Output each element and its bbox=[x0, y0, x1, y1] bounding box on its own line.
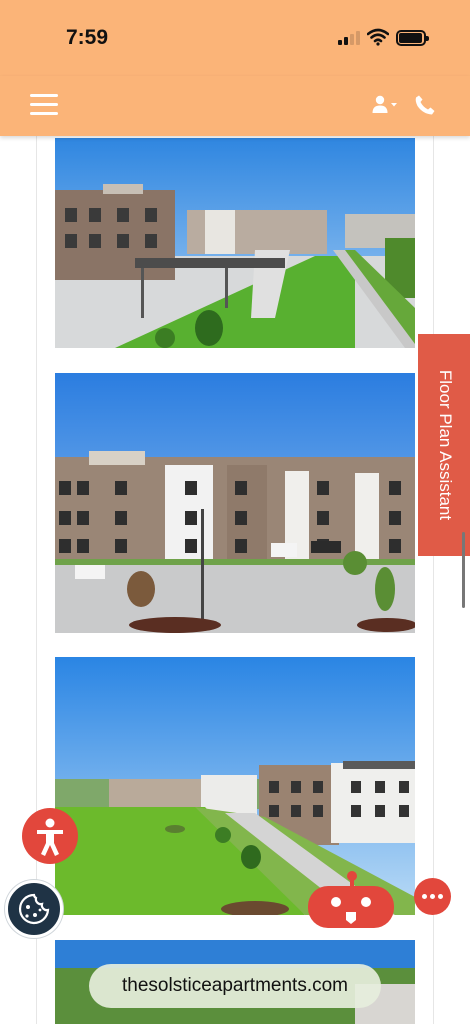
phone-icon[interactable] bbox=[414, 94, 436, 116]
user-dropdown-icon[interactable] bbox=[372, 95, 402, 115]
page-scrollbar[interactable] bbox=[462, 532, 465, 608]
cookie-settings-button[interactable] bbox=[5, 880, 63, 938]
clock-time: 7:59 bbox=[66, 26, 109, 49]
apartment-photo-2[interactable] bbox=[55, 373, 415, 633]
cookie-icon bbox=[18, 893, 50, 925]
signal-icon bbox=[338, 31, 360, 45]
status-bar: 7:59 bbox=[0, 0, 470, 76]
hamburger-menu-icon[interactable] bbox=[30, 94, 58, 116]
wifi-icon bbox=[367, 28, 389, 46]
accessibility-icon bbox=[37, 818, 63, 856]
floor-plan-assistant-label[interactable]: Floor Plan Assistant bbox=[435, 370, 455, 520]
more-options-button[interactable] bbox=[414, 878, 451, 915]
browser-url-bar[interactable]: thesolsticeapartments.com bbox=[89, 964, 381, 1008]
apartment-photo-1[interactable] bbox=[55, 138, 415, 348]
accessibility-button[interactable] bbox=[22, 808, 78, 864]
battery-icon bbox=[396, 30, 429, 46]
chatbot-robot-icon[interactable] bbox=[306, 870, 396, 932]
site-header bbox=[0, 76, 470, 136]
